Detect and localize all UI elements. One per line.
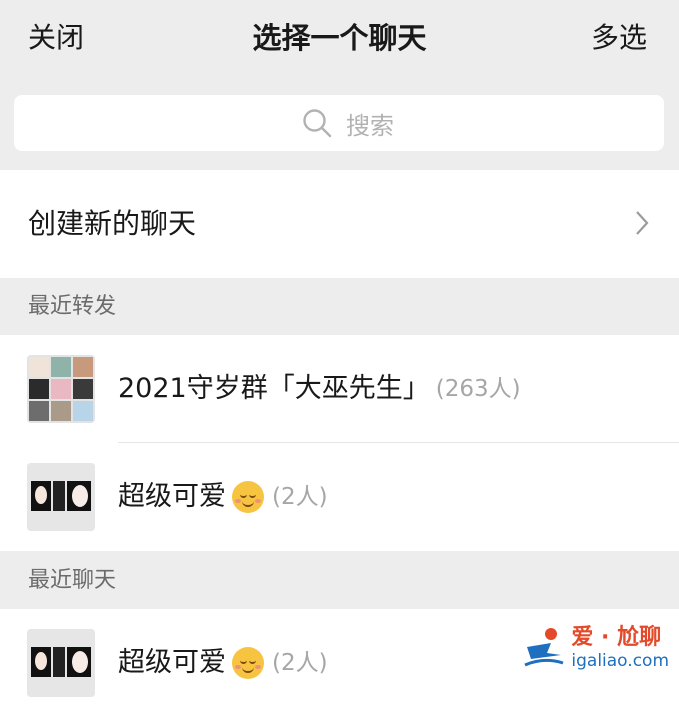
search-input[interactable]: 搜索 xyxy=(14,95,664,151)
watermark-logo-icon xyxy=(524,628,564,667)
chat-avatar xyxy=(27,463,95,531)
search-placeholder-wrap: 搜索 xyxy=(302,105,394,141)
watermark-title: 爱 · 尬聊 xyxy=(571,625,662,650)
page-title: 选择一个聊天 xyxy=(252,21,427,55)
chat-name: 2021守岁群「大巫先生」 xyxy=(118,373,430,404)
section-title: 最近聊天 xyxy=(28,568,117,593)
chat-name-wrap: 超级可爱 (2人) xyxy=(118,477,328,517)
group-avatar xyxy=(27,355,95,423)
nav-bar: 关闭 选择一个聊天 多选 xyxy=(0,0,679,80)
multi-select-button[interactable]: 多选 xyxy=(591,18,647,58)
create-new-chat-row[interactable]: 创建新的聊天 xyxy=(0,170,679,278)
section-header-recent-forwards: 最近转发 xyxy=(0,279,679,335)
chat-avatar xyxy=(27,629,95,697)
chat-name: 超级可爱 xyxy=(118,647,226,678)
chat-name: 超级可爱 xyxy=(118,481,226,512)
create-new-chat-label: 创建新的聊天 xyxy=(28,207,197,240)
chat-row-group[interactable]: 2021守岁群「大巫先生」 (263人) xyxy=(0,335,679,443)
member-count: (263人) xyxy=(435,376,521,402)
chat-name-wrap: 超级可爱 (2人) xyxy=(118,643,328,683)
search-placeholder: 搜索 xyxy=(346,111,394,140)
member-count: (2人) xyxy=(272,650,328,676)
search-icon xyxy=(303,109,332,138)
watermark: 爱 · 尬聊 igaliao.com xyxy=(521,625,669,671)
section-title: 最近转发 xyxy=(28,294,117,319)
smiling-face-icon xyxy=(232,647,264,679)
member-count: (2人) xyxy=(272,484,328,510)
watermark-url: igaliao.com xyxy=(571,651,669,671)
section-header-recent-chats: 最近聊天 xyxy=(0,553,679,609)
chat-row-super-cute[interactable]: 超级可爱 (2人) xyxy=(0,443,679,551)
smiling-face-icon xyxy=(232,481,264,513)
chevron-right-icon xyxy=(636,211,649,235)
chat-name-wrap: 2021守岁群「大巫先生」 (263人) xyxy=(118,369,521,409)
